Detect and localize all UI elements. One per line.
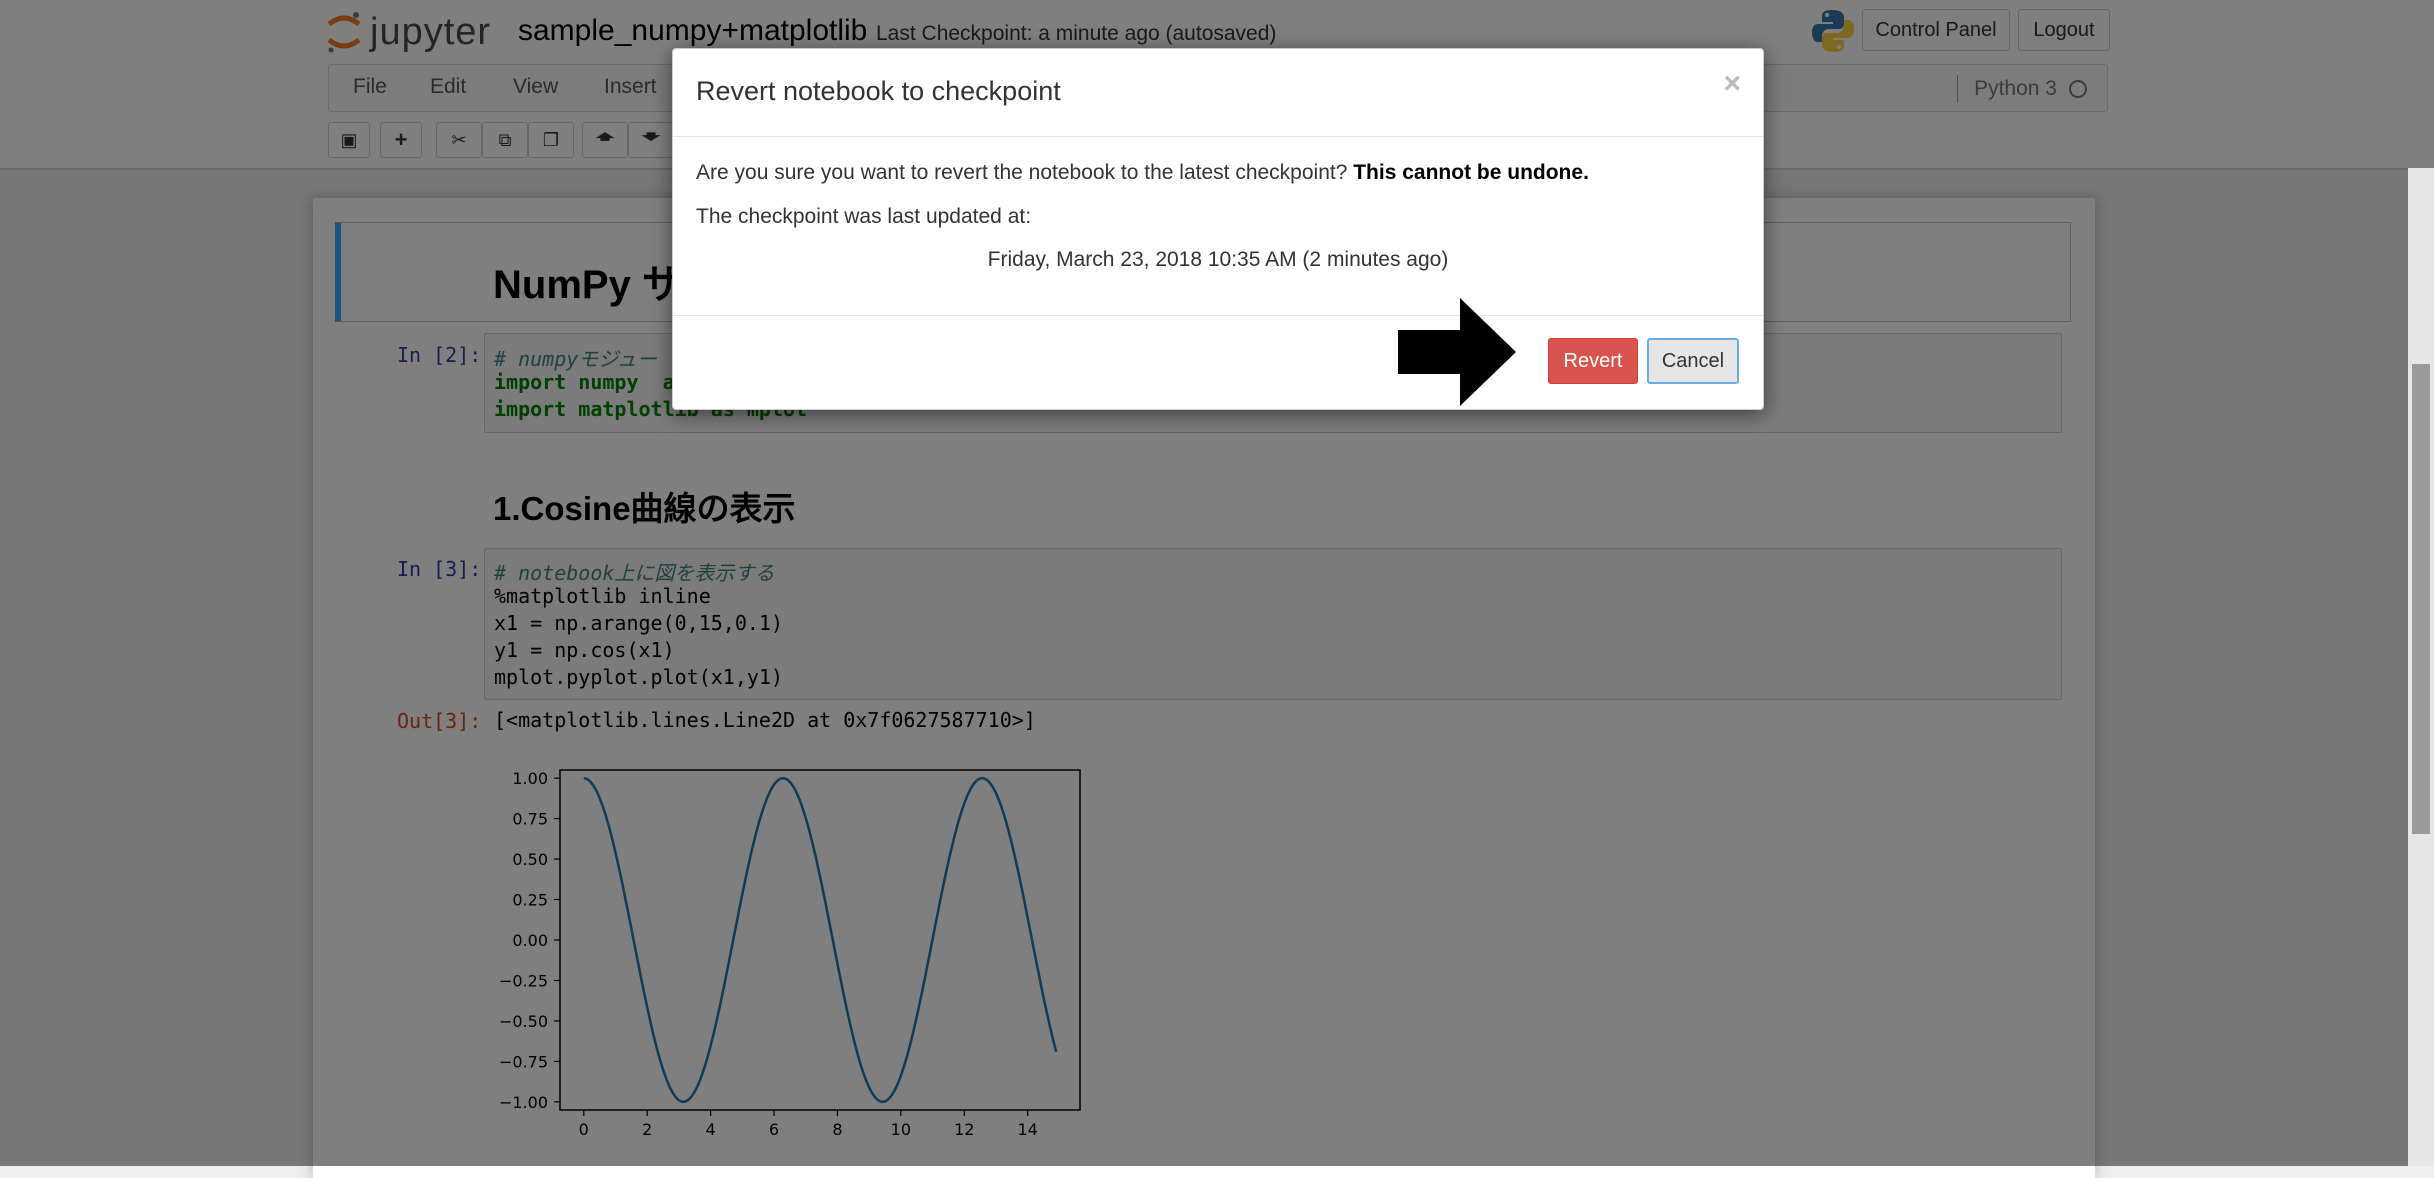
dialog-header: Revert notebook to checkpoint × [673, 49, 1763, 137]
cancel-button[interactable]: Cancel [1647, 338, 1739, 384]
dialog-title: Revert notebook to checkpoint [696, 76, 1061, 106]
undo-warning: This cannot be undone. [1353, 161, 1589, 184]
checkpoint-time: Friday, March 23, 2018 10:35 AM (2 minut… [987, 248, 1449, 271]
scrollbar-thumb[interactable] [2412, 364, 2430, 834]
revert-button[interactable]: Revert [1548, 338, 1638, 384]
dialog-message: Are you sure you want to revert the note… [696, 161, 1589, 185]
confirm-question: Are you sure you want to revert the note… [696, 161, 1348, 184]
close-icon[interactable]: × [1723, 67, 1741, 101]
checkpoint-updated-label: The checkpoint was last updated at: [696, 205, 1032, 228]
revert-checkpoint-dialog: Revert notebook to checkpoint × Are you … [672, 48, 1764, 410]
page-scrollbar[interactable] [2408, 168, 2434, 1166]
pointer-arrow-icon [1398, 298, 1516, 406]
dialog-footer-divider [673, 315, 1763, 316]
